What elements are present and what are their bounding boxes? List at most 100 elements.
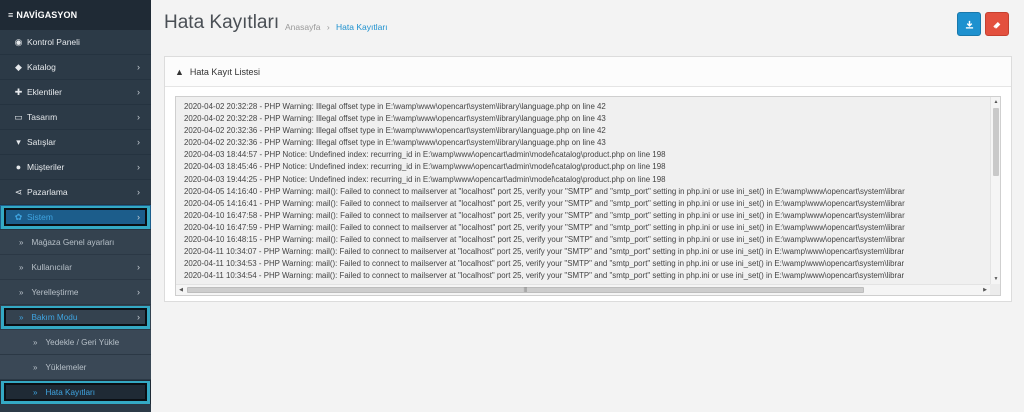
chevron-right-icon: › bbox=[137, 287, 140, 297]
menu-bars-icon: ≡ bbox=[8, 10, 14, 20]
double-chevron-icon: » bbox=[19, 262, 24, 272]
navigation-header[interactable]: ≡ NAVİGASYON bbox=[0, 0, 151, 30]
chevron-right-icon: › bbox=[137, 187, 140, 197]
sidebar-subitem-label: Mağaza Genel ayarları bbox=[31, 237, 115, 247]
page-title: Hata Kayıtları bbox=[164, 12, 280, 33]
sidebar-item-label: Satışlar bbox=[27, 137, 56, 147]
vertical-scroll-thumb[interactable] bbox=[993, 108, 999, 176]
sidebar-subitem-label: Kullanıcılar bbox=[31, 262, 72, 272]
sidebar-item-sales[interactable]: ▾ Satışlar › bbox=[0, 130, 151, 155]
log-line: 2020-04-02 20:32:28 - PHP Warning: Illeg… bbox=[184, 102, 606, 111]
sidebar-item-design[interactable]: ▭ Tasarım › bbox=[0, 105, 151, 130]
chevron-right-icon: › bbox=[137, 137, 140, 147]
share-icon: ⋖ bbox=[14, 186, 23, 197]
chevron-right-icon: › bbox=[137, 262, 140, 272]
download-button[interactable] bbox=[957, 12, 981, 36]
sidebar-subitem-label: Yedekle / Geri Yükle bbox=[45, 337, 120, 347]
sidebar-subitem-label: Yerelleştirme bbox=[31, 287, 79, 297]
sidebar-item-customers[interactable]: ● Müşteriler › bbox=[0, 155, 151, 180]
sidebar-subitem-label: Hata Kayıtları bbox=[45, 387, 96, 397]
sidebar-item-label: Sistem bbox=[27, 212, 53, 222]
double-chevron-icon: » bbox=[19, 312, 24, 322]
horizontal-scroll-thumb[interactable]: ||| bbox=[187, 287, 864, 293]
chevron-right-icon: › bbox=[137, 62, 140, 72]
sidebar-subitem-users[interactable]: » Kullanıcılar › bbox=[0, 255, 151, 280]
warning-icon: ▲ bbox=[175, 66, 184, 77]
sidebar-item-marketing[interactable]: ⋖ Pazarlama › bbox=[0, 180, 151, 205]
sidebar-subitem-maintenance[interactable]: » Bakım Modu › bbox=[0, 305, 151, 330]
sidebar-item-label: Pazarlama bbox=[27, 187, 68, 197]
cart-icon: ▾ bbox=[16, 136, 21, 147]
sidebar-item-dashboard[interactable]: ◉ Kontrol Paneli bbox=[0, 30, 151, 55]
log-line: 2020-04-05 14:16:40 - PHP Warning: mail(… bbox=[184, 186, 905, 196]
horizontal-scrollbar[interactable]: ◀ ||| ▶ bbox=[176, 284, 990, 295]
sidebar-item-label: Tasarım bbox=[27, 112, 58, 122]
monitor-icon: ▭ bbox=[14, 111, 23, 122]
sidebar: ≡ NAVİGASYON ◉ Kontrol Paneli ◆ Katalog … bbox=[0, 0, 151, 412]
tag-icon: ◆ bbox=[15, 61, 22, 72]
sidebar-item-label: Kontrol Paneli bbox=[27, 37, 80, 47]
breadcrumb-separator-icon: › bbox=[326, 22, 330, 32]
log-line: 2020-04-11 10:34:53 - PHP Warning: mail(… bbox=[184, 259, 905, 269]
log-line: 2020-04-02 20:32:36 - PHP Warning: Illeg… bbox=[184, 126, 606, 136]
double-chevron-icon: » bbox=[19, 237, 24, 247]
breadcrumb-current-link[interactable]: Hata Kayıtları bbox=[336, 22, 388, 32]
chevron-right-icon: › bbox=[137, 212, 140, 222]
error-log-panel: ▲ Hata Kayıt Listesi 2020-04-02 20:32:28… bbox=[164, 56, 1012, 302]
sidebar-item-label: Müşteriler bbox=[27, 162, 65, 172]
scroll-up-icon[interactable]: ▲ bbox=[991, 97, 1000, 107]
double-chevron-icon: » bbox=[19, 287, 24, 297]
panel-heading: ▲ Hata Kayıt Listesi bbox=[165, 57, 1011, 87]
vertical-scrollbar[interactable]: ▲ ▼ bbox=[990, 97, 1000, 284]
clear-log-button[interactable] bbox=[985, 12, 1009, 36]
log-line: 2020-04-02 20:32:28 - PHP Warning: Illeg… bbox=[184, 114, 606, 124]
sidebar-subitem-label: Yüklemeler bbox=[45, 362, 87, 372]
scroll-left-icon[interactable]: ◀ bbox=[176, 285, 186, 295]
panel-title: Hata Kayıt Listesi bbox=[189, 66, 260, 77]
sidebar-item-catalog[interactable]: ◆ Katalog › bbox=[0, 55, 151, 80]
chevron-right-icon: › bbox=[137, 162, 140, 172]
chevron-right-icon: › bbox=[137, 112, 140, 122]
error-log-textarea[interactable]: 2020-04-02 20:32:28 - PHP Warning: Illeg… bbox=[175, 96, 1001, 296]
scroll-down-icon[interactable]: ▼ bbox=[991, 274, 1000, 284]
download-icon bbox=[965, 20, 973, 29]
sidebar-subitem-label: Bakım Modu bbox=[31, 312, 78, 322]
sidebar-subitem-uploads[interactable]: » Yüklemeler bbox=[0, 355, 151, 380]
gear-icon: ✿ bbox=[14, 211, 23, 222]
user-icon: ● bbox=[15, 162, 22, 172]
breadcrumb: Anasayfa › Hata Kayıtları bbox=[285, 22, 388, 32]
log-line: 2020-04-05 14:16:41 - PHP Warning: mail(… bbox=[184, 198, 905, 208]
log-line: 2020-04-03 18:45:46 - PHP Notice: Undefi… bbox=[184, 162, 666, 172]
highlight-frame bbox=[4, 208, 147, 226]
log-lines: 2020-04-02 20:32:28 - PHP Warning: Illeg… bbox=[184, 101, 988, 282]
log-line: 2020-04-10 16:47:58 - PHP Warning: mail(… bbox=[184, 210, 905, 220]
chevron-right-icon: › bbox=[137, 312, 140, 322]
sidebar-item-label: Eklentiler bbox=[27, 87, 62, 97]
double-chevron-icon: » bbox=[33, 337, 38, 347]
sidebar-subitem-localisation[interactable]: » Yerelleştirme › bbox=[0, 280, 151, 305]
log-line: 2020-04-03 19:44:25 - PHP Notice: Undefi… bbox=[184, 174, 666, 184]
breadcrumb-home-link[interactable]: Anasayfa bbox=[285, 22, 320, 32]
scroll-right-icon[interactable]: ▶ bbox=[980, 285, 990, 295]
log-line: 2020-04-11 10:34:07 - PHP Warning: mail(… bbox=[184, 247, 905, 257]
main-content: Hata Kayıtları Anasayfa › Hata Kayıtları… bbox=[151, 0, 1024, 412]
double-chevron-icon: » bbox=[33, 387, 38, 397]
eraser-icon bbox=[993, 21, 1001, 28]
log-line: 2020-04-02 20:32:36 - PHP Warning: Illeg… bbox=[184, 138, 606, 148]
sidebar-item-extensions[interactable]: ✚ Eklentiler › bbox=[0, 80, 151, 105]
log-line: 2020-04-10 16:48:15 - PHP Warning: mail(… bbox=[184, 235, 905, 245]
log-line: 2020-04-03 18:44:57 - PHP Notice: Undefi… bbox=[184, 150, 666, 160]
scrollbar-corner bbox=[990, 284, 1000, 295]
puzzle-icon: ✚ bbox=[14, 86, 23, 97]
double-chevron-icon: » bbox=[33, 362, 38, 372]
dashboard-icon: ◉ bbox=[14, 36, 23, 47]
sidebar-item-label: Katalog bbox=[27, 62, 56, 72]
sidebar-subitem-store-settings[interactable]: » Mağaza Genel ayarları bbox=[0, 230, 151, 255]
log-line: 2020-04-11 10:34:54 - PHP Warning: mail(… bbox=[184, 271, 905, 281]
navigation-heading: NAVİGASYON bbox=[16, 10, 78, 20]
sidebar-subitem-error-logs[interactable]: » Hata Kayıtları bbox=[0, 380, 151, 405]
sidebar-item-system[interactable]: ✿ Sistem › bbox=[0, 205, 151, 230]
chevron-right-icon: › bbox=[137, 87, 140, 97]
sidebar-subitem-backup-restore[interactable]: » Yedekle / Geri Yükle bbox=[0, 330, 151, 355]
log-line: 2020-04-10 16:47:59 - PHP Warning: mail(… bbox=[184, 222, 905, 232]
